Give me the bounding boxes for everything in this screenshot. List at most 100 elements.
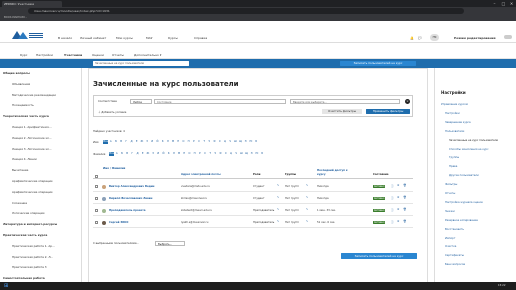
info-icon[interactable]: ⓘ (391, 184, 394, 188)
tab-grades[interactable]: Оценки (92, 53, 104, 57)
delete-icon[interactable]: 🗑 (403, 208, 406, 211)
delete-icon[interactable]: 🗑 (403, 220, 406, 223)
edit-groups-icon[interactable]: ✎ (306, 196, 308, 199)
delete-icon[interactable]: 🗑 (403, 196, 406, 199)
remove-filter-icon[interactable]: × (405, 99, 410, 104)
course-index-item[interactable]: Арифметические операции (12, 190, 53, 194)
settings-link[interactable]: Настройки (445, 112, 460, 115)
settings-icon[interactable]: ⚙ (397, 184, 399, 187)
section-heading[interactable]: Общие вопросы (3, 71, 30, 75)
settings-link[interactable]: Восстановить (445, 228, 464, 231)
row-checkbox[interactable] (95, 221, 98, 224)
edit-role-icon[interactable]: ✎ (277, 184, 279, 187)
settings-link[interactable]: Значки (445, 210, 455, 213)
course-index-item[interactable]: Лекция 3. Логические эл... (12, 147, 51, 151)
settings-link[interactable]: Настройка журнала оценок (445, 201, 483, 204)
clear-filters-button[interactable]: Очистить фильтры (322, 109, 362, 114)
letter-28[interactable]: Я (253, 140, 258, 144)
apply-filters-button[interactable]: Применить фильтры (366, 109, 410, 114)
edit-mode-toggle[interactable] (504, 35, 512, 39)
select-all-checkbox[interactable] (95, 175, 98, 178)
course-index-item[interactable]: Лекция 1. Арифметическ... (12, 125, 52, 129)
tab-participants[interactable]: Участники (64, 53, 82, 57)
tab-reports[interactable]: Отчеты (112, 53, 124, 57)
col-name[interactable]: Имя / Фамилия (103, 167, 133, 171)
row-checkbox[interactable] (95, 209, 98, 212)
nav-courses[interactable]: Курсы (168, 36, 178, 40)
participant-name-link[interactable]: Виктор Александрович Ведин (109, 185, 154, 188)
settings-link[interactable]: Фильтры (445, 183, 457, 186)
row-checkbox[interactable] (95, 197, 98, 200)
edit-groups-icon[interactable]: ✎ (306, 208, 308, 211)
col-email[interactable]: Адрес электронной почты (181, 173, 221, 176)
course-index-item[interactable]: Лекция 4. Линии (12, 157, 37, 161)
nav-home[interactable]: В начало (58, 36, 72, 40)
settings-link[interactable]: Банк вопросов (445, 263, 465, 266)
bell-icon[interactable]: 🔔 (410, 36, 414, 40)
nav-my-courses[interactable]: Мои курсы (116, 36, 133, 40)
row-checkbox[interactable] (95, 185, 98, 188)
section-heading[interactable]: Практическая часть курса (3, 233, 47, 237)
message-icon[interactable]: 💬 (418, 36, 422, 40)
university-logo-icon[interactable] (12, 30, 44, 40)
section-heading[interactable]: Самостоятельная работа (3, 276, 45, 280)
course-index-item[interactable]: Посещаемость (12, 103, 34, 107)
settings-link[interactable]: Другие пользователи (449, 174, 479, 177)
settings-link[interactable]: Очистка (445, 245, 456, 248)
participant-name-link[interactable]: Преподаватель проекта (109, 209, 146, 212)
add-condition-button[interactable]: ＋ Добавить условие (98, 110, 126, 114)
nav-org[interactable]: МАУ (146, 36, 152, 40)
settings-icon[interactable]: ⚙ (397, 208, 399, 211)
col-last-access[interactable]: Последний доступ к курсу (317, 169, 357, 177)
settings-link[interactable]: Права (449, 165, 457, 168)
tab-settings[interactable]: Настройки (36, 53, 53, 57)
settings-link[interactable]: Способы зачисления на курс (449, 148, 489, 151)
course-index-item[interactable]: Практическая работа 1. Ар... (12, 244, 55, 248)
enrol-users-bottom-button[interactable]: Записать пользователей на курс (341, 253, 417, 259)
settings-link[interactable]: Управление курсом (441, 103, 468, 106)
letter-28[interactable]: Я (259, 152, 264, 156)
course-index-item[interactable]: Объявления (12, 82, 30, 86)
nav-help[interactable]: Справка (194, 36, 207, 40)
close-icon[interactable]: ✕ (507, 0, 516, 7)
course-index-item[interactable]: Вычитание (12, 168, 28, 172)
edit-role-icon[interactable]: ✎ (277, 196, 279, 199)
start-icon[interactable]: ⊞ (4, 283, 10, 289)
participants-select[interactable]: Зачисленные на курс пользователи (93, 61, 189, 66)
settings-link[interactable]: Импорт (445, 237, 455, 240)
match-select[interactable]: Любое (130, 98, 152, 104)
settings-link[interactable]: Отчеты (445, 192, 455, 195)
course-index-item[interactable]: Сложение (12, 201, 27, 205)
settings-link[interactable]: Пользователи (445, 130, 464, 133)
value-select[interactable]: Введите или выберите... (290, 98, 400, 104)
participant-name-link[interactable]: Сергей ЗИОС (109, 221, 128, 224)
condition-select[interactable]: Состояние (154, 98, 286, 104)
edit-groups-icon[interactable]: ✎ (306, 220, 308, 223)
info-icon[interactable]: ⓘ (391, 196, 394, 200)
edit-role-icon[interactable]: ✎ (277, 220, 279, 223)
edit-role-icon[interactable]: ✎ (277, 208, 279, 211)
edit-groups-icon[interactable]: ✎ (306, 184, 308, 187)
bookmark-item[interactable]: ВОСК-МАКМ-80 – (4, 16, 27, 19)
section-heading[interactable]: Теоретическая часть курса (3, 114, 49, 118)
settings-link[interactable]: Зачисленные на курс пользователи (449, 139, 498, 142)
settings-link[interactable]: Завершение курса (445, 121, 471, 124)
course-index-item[interactable]: Методические рекомендации (12, 93, 56, 97)
delete-icon[interactable]: 🗑 (403, 184, 406, 187)
settings-link[interactable]: Резервное копирование (445, 219, 478, 222)
user-avatar[interactable]: ГМ (430, 34, 439, 41)
minimize-icon[interactable]: – (490, 0, 499, 7)
course-index-item[interactable]: Практическая работа 3 (12, 265, 47, 269)
settings-link[interactable]: Группы (449, 156, 459, 159)
participant-name-link[interactable]: Кирилл Вячеславович Левин (109, 197, 152, 200)
course-index-item[interactable]: Практическая работа 2. Л... (12, 255, 53, 259)
info-icon[interactable]: ⓘ (391, 208, 394, 212)
nav-dashboard[interactable]: Личный кабинет (80, 36, 106, 40)
settings-icon[interactable]: ⚙ (397, 196, 399, 199)
section-heading[interactable]: Литература и интернет-ресурсы (3, 222, 57, 226)
course-index-item[interactable]: Лекция 2. Логические эл... (12, 136, 51, 140)
bulk-action-select[interactable]: Выбрать... (155, 240, 185, 246)
tab-course[interactable]: Курс (20, 53, 27, 57)
settings-link[interactable]: Сертификаты (445, 254, 464, 257)
course-index-item[interactable]: Логические операции (12, 211, 44, 215)
